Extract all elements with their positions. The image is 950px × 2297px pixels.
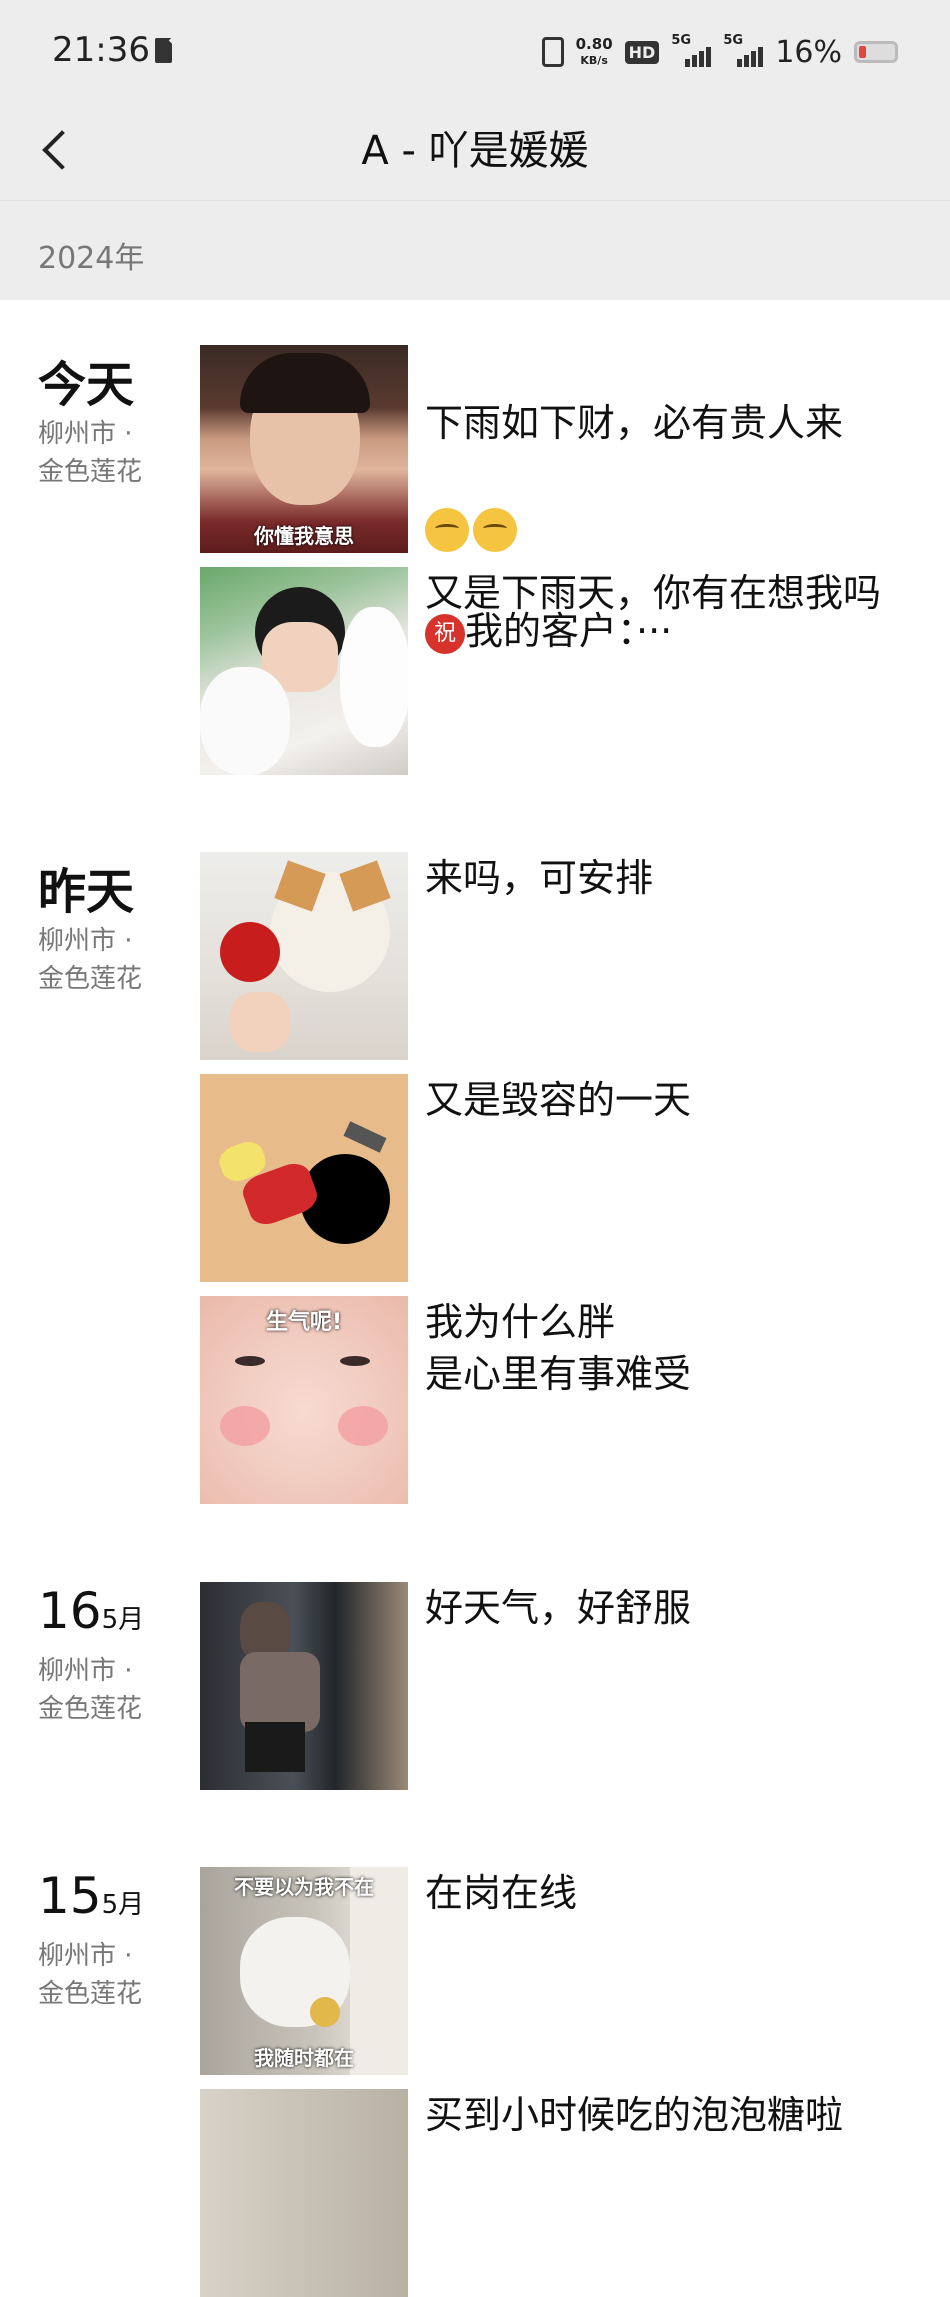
post-item[interactable]: 又是毁容的一天	[200, 1074, 920, 1282]
status-time: 21:36	[52, 30, 150, 70]
thumbnail-caption-bottom: 我随时都在	[254, 2046, 354, 2070]
post-item[interactable]: 又是下雨天，你有在想我吗	[200, 567, 920, 775]
signal-1-label: 5G	[671, 33, 692, 48]
status-indicators: 0.80 KB/s HD 5G 5G 16%	[541, 30, 898, 74]
year-header: 2024年	[0, 200, 950, 301]
post-thumbnail[interactable]	[200, 567, 408, 775]
post-item[interactable]: 不要以为我不在 我随时都在 在岗在线	[200, 1867, 920, 2075]
post-item[interactable]: 你懂我意思 下雨如下财，必有贵人来 祝我的客户：···	[200, 345, 920, 654]
signal-2-label: 5G	[723, 33, 744, 48]
location-place: 金色莲花	[38, 1979, 143, 2009]
post-text-line-1: 下雨如下财，必有贵人来	[425, 401, 844, 445]
location: 柳州市 · 金色莲花	[38, 1652, 142, 1728]
location: 柳州市 · 金色莲花	[38, 922, 142, 998]
thumbnail-caption-top: 不要以为我不在	[234, 1875, 374, 1899]
post-thumbnail[interactable]: 你懂我意思	[200, 345, 408, 553]
location-city: 柳州市 ·	[38, 1941, 133, 1971]
post-text: 我为什么胖 是心里有事难受	[425, 1300, 692, 1396]
post-thumbnail[interactable]	[200, 1582, 408, 1790]
thinking-face-emoji-icon	[425, 507, 469, 552]
location-city: 柳州市 ·	[38, 1656, 133, 1686]
post-text: 又是毁容的一天	[425, 1078, 692, 1122]
date-month: 5月	[101, 1890, 145, 1920]
location: 柳州市 · 金色莲花	[38, 1937, 142, 2013]
date-label: 165月	[38, 1582, 144, 1640]
post-item[interactable]: 好天气，好舒服	[200, 1582, 920, 1790]
nav-bar: A - 吖是媛媛	[0, 104, 950, 200]
network-speed-unit: KB/s	[580, 53, 608, 67]
battery-icon	[854, 41, 898, 63]
post-text: 买到小时候吃的泡泡糖啦	[425, 2093, 844, 2137]
thumbnail-caption: 生气呢!	[265, 1310, 343, 1335]
status-bar: 21:36 0.80 KB/s HD 5G 5G 16%	[0, 0, 950, 104]
post-thumbnail[interactable]	[200, 2089, 408, 2297]
post-thumbnail[interactable]	[200, 1074, 408, 1282]
signal-5g-icon: 5G	[671, 33, 712, 67]
hd-icon: HD	[624, 40, 660, 64]
location-place: 金色莲花	[38, 964, 143, 994]
date-day: 15	[38, 1867, 102, 1925]
post-thumbnail[interactable]: 不要以为我不在 我随时都在	[200, 1867, 408, 2075]
location: 柳州市 · 金色莲花	[38, 415, 142, 491]
location-city: 柳州市 ·	[38, 926, 133, 956]
post-text: 来吗，可安排	[425, 856, 654, 900]
post-text: 在岗在线	[425, 1871, 578, 1915]
page-title: A - 吖是媛媛	[361, 128, 589, 174]
sim-card-icon	[155, 38, 172, 63]
year-label: 2024年	[38, 241, 145, 276]
top-bar: 21:36 0.80 KB/s HD 5G 5G 16% A - 吖是媛媛 20	[0, 0, 950, 300]
post-text: 又是下雨天，你有在想我吗	[425, 571, 882, 615]
location-city: 柳州市 ·	[38, 419, 133, 449]
date-label: 155月	[38, 1867, 144, 1925]
vibrate-icon	[541, 37, 564, 67]
post-text: 好天气，好舒服	[425, 1586, 692, 1630]
location-place: 金色莲花	[38, 457, 143, 487]
location-place: 金色莲花	[38, 1694, 143, 1724]
battery-percent: 16%	[775, 34, 842, 70]
post-item[interactable]: 买到小时候吃的泡泡糖啦	[200, 2089, 920, 2297]
post-thumbnail[interactable]: 生气呢!	[200, 1296, 408, 1504]
date-month: 5月	[101, 1605, 145, 1635]
day-label: 今天	[38, 357, 135, 413]
thinking-face-emoji-icon	[473, 507, 517, 552]
thumbnail-caption: 你懂我意思	[254, 524, 354, 548]
post-thumbnail[interactable]	[200, 852, 408, 1060]
signal-5g-icon-2: 5G	[723, 33, 764, 67]
network-speed-value: 0.80	[575, 34, 613, 53]
post-item[interactable]: 生气呢! 我为什么胖 是心里有事难受	[200, 1296, 920, 1504]
post-item[interactable]: 来吗，可安排	[200, 852, 920, 1060]
day-label: 昨天	[38, 864, 135, 920]
network-speed: 0.80 KB/s	[575, 34, 613, 68]
date-day: 16	[38, 1582, 102, 1640]
